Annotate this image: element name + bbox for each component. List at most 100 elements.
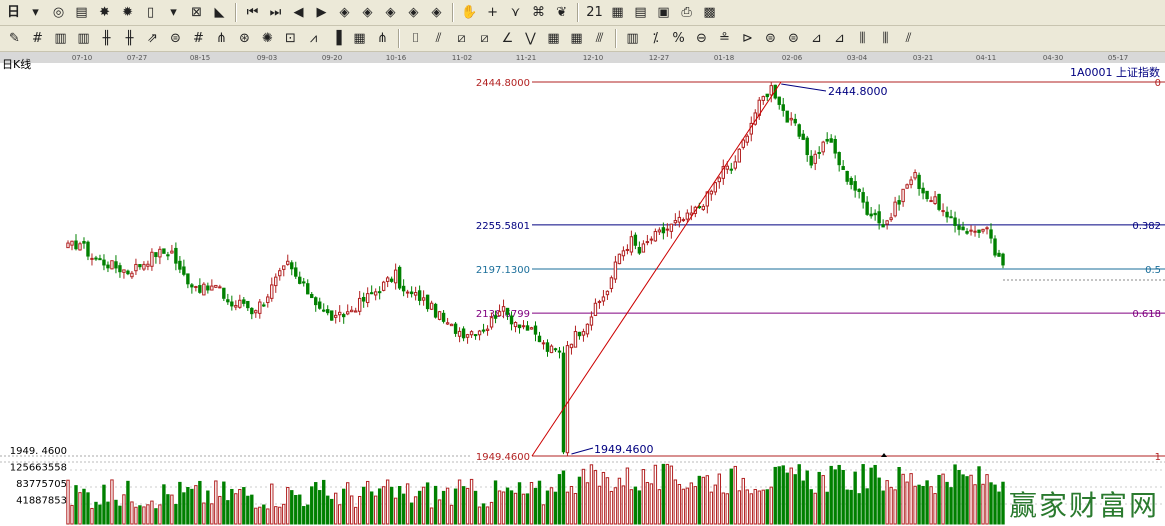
link-icon[interactable]: ❦ (551, 2, 572, 23)
diff-icon[interactable]: ⊿ (806, 28, 827, 49)
gold-icon[interactable]: ⊜ (760, 28, 781, 49)
notes-icon[interactable]: ▤ (630, 2, 651, 23)
percent-icon[interactable]: % (668, 28, 689, 49)
multi-indicator-icon[interactable]: ✹ (117, 2, 138, 23)
candle-body (469, 331, 474, 336)
circle-grid-icon[interactable]: ⊜ (165, 28, 186, 49)
watermark-logo: 赢家财富网 (1008, 489, 1159, 522)
volume-bar (769, 486, 773, 525)
fan-icon[interactable]: ⫽ (428, 28, 449, 49)
diff-alt-icon[interactable]: ⊿ (829, 28, 850, 49)
candle-body (501, 306, 506, 312)
chart-style-icon[interactable]: ◎ (48, 2, 69, 23)
indicator-icon[interactable]: ✸ (94, 2, 115, 23)
move-left-icon[interactable]: ◀ (288, 2, 309, 23)
pencil-icon[interactable]: ✎ (4, 28, 25, 49)
trend-icon[interactable]: ⋎ (505, 2, 526, 23)
candle-body (589, 316, 594, 326)
ellipse-icon[interactable]: ⊖ (691, 28, 712, 49)
bar-type-icon[interactable]: ▯ (140, 2, 161, 23)
zoom-in-icon[interactable]: ◈ (334, 2, 355, 23)
gold-alt-icon[interactable]: ⊜ (783, 28, 804, 49)
calendar-icon[interactable]: 21 (584, 2, 605, 23)
box-diagonal-icon[interactable]: ⧄ (451, 28, 472, 49)
candle-body (857, 188, 861, 192)
volume-bar (130, 501, 134, 525)
candle-body (158, 248, 162, 258)
chart-area[interactable]: 07-10 07-27 08-15 09-03 09-20 10-16 11-02 11-21… (0, 52, 1165, 526)
volume-bar (961, 474, 965, 525)
candle-body (961, 226, 965, 231)
period-selector-button[interactable]: 日 (4, 2, 23, 23)
angle-tool-icon[interactable]: ⩘ (303, 28, 324, 49)
zoom-out-icon[interactable]: ◈ (357, 2, 378, 23)
calculator-icon[interactable]: ▦ (607, 2, 628, 23)
ruler-icon[interactable]: ▥ (622, 28, 643, 49)
fib-price-label: 2197.1300 (476, 265, 530, 276)
candle-body (417, 290, 422, 301)
flag-icon[interactable]: ◣ (209, 2, 230, 23)
line-tool-icon[interactable]: ∠ (497, 28, 518, 49)
candle-body (517, 324, 522, 329)
volume-bar (673, 479, 678, 525)
volume-bar (781, 465, 785, 525)
grid-icon[interactable]: ▥ (50, 28, 71, 49)
last-page-icon[interactable]: ⏭ (265, 2, 286, 23)
candle-body (94, 257, 98, 260)
speed-icon[interactable]: ⊳ (737, 28, 758, 49)
ladder-alt-icon[interactable]: ╫ (119, 28, 140, 49)
volume-bar (749, 493, 753, 525)
sun-icon[interactable]: ✺ (257, 28, 278, 49)
crosshair-icon[interactable]: + (482, 2, 503, 23)
level-icon[interactable]: ≗ (714, 28, 735, 49)
kline-chart[interactable]: 07-10 07-27 08-15 09-03 09-20 10-16 11-02 11-21… (0, 52, 1165, 526)
grid-alt-icon[interactable]: ▥ (73, 28, 94, 49)
percent-fan-icon[interactable]: ⁒ (645, 28, 666, 49)
arc-icon[interactable]: ⫽ (898, 28, 919, 49)
candle-body (142, 263, 146, 270)
hand-icon[interactable]: ✋ (459, 2, 480, 23)
square-grid-alt-icon[interactable]: ▦ (566, 28, 587, 49)
hash-icon[interactable]: # (27, 28, 48, 49)
box-tool-icon[interactable]: ⊡ (280, 28, 301, 49)
volume-bar (813, 492, 817, 525)
expand-icon[interactable]: ◈ (380, 2, 401, 23)
candle-body (230, 301, 234, 307)
candle-body (262, 304, 266, 307)
volume-bar (481, 503, 486, 525)
volume-bar (82, 488, 86, 525)
target-icon[interactable]: ⊛ (234, 28, 255, 49)
table-tool-icon[interactable]: ▦ (349, 28, 370, 49)
arrow-tool-icon[interactable]: ⇗ (142, 28, 163, 49)
bar-type-dropdown-icon[interactable]: ▾ (163, 2, 184, 23)
volume-bar (573, 493, 578, 525)
bracket-icon[interactable]: ⌷ (405, 28, 426, 49)
ladder-icon[interactable]: ╫ (96, 28, 117, 49)
move-right-icon[interactable]: ▶ (311, 2, 332, 23)
save-icon[interactable]: ▣ (653, 2, 674, 23)
candle-body (781, 104, 785, 111)
fit-icon[interactable]: ◈ (426, 2, 447, 23)
cycle-icon[interactable]: ⫼ (852, 28, 873, 49)
candle-body (198, 285, 202, 293)
document-icon[interactable]: ▤ (71, 2, 92, 23)
cross-cursor-icon[interactable]: ⊠ (186, 2, 207, 23)
candle-body (689, 212, 694, 216)
shrink-icon[interactable]: ◈ (403, 2, 424, 23)
square-grid-icon[interactable]: ▦ (543, 28, 564, 49)
broadcast-icon[interactable]: ▩ (699, 2, 720, 23)
fork-icon[interactable]: ⋔ (211, 28, 232, 49)
dropdown-arrow-icon[interactable]: ▾ (25, 2, 46, 23)
wave-icon[interactable]: ⋁ (520, 28, 541, 49)
cycle-alt-icon[interactable]: ⫼ (875, 28, 896, 49)
fork-alt-icon[interactable]: ⋔ (372, 28, 393, 49)
network-icon[interactable]: ⌘ (528, 2, 549, 23)
bars-tool-icon[interactable]: ▐ (326, 28, 347, 49)
hash-alt-icon[interactable]: # (188, 28, 209, 49)
first-page-icon[interactable]: ⏮ (242, 2, 263, 23)
box-diagonal-alt-icon[interactable]: ⧄ (474, 28, 495, 49)
print-icon[interactable]: ⎙ (676, 2, 697, 23)
parallel-lines-icon[interactable]: ⫻ (589, 28, 610, 49)
candle-body (274, 276, 278, 287)
candle-body (621, 250, 626, 257)
